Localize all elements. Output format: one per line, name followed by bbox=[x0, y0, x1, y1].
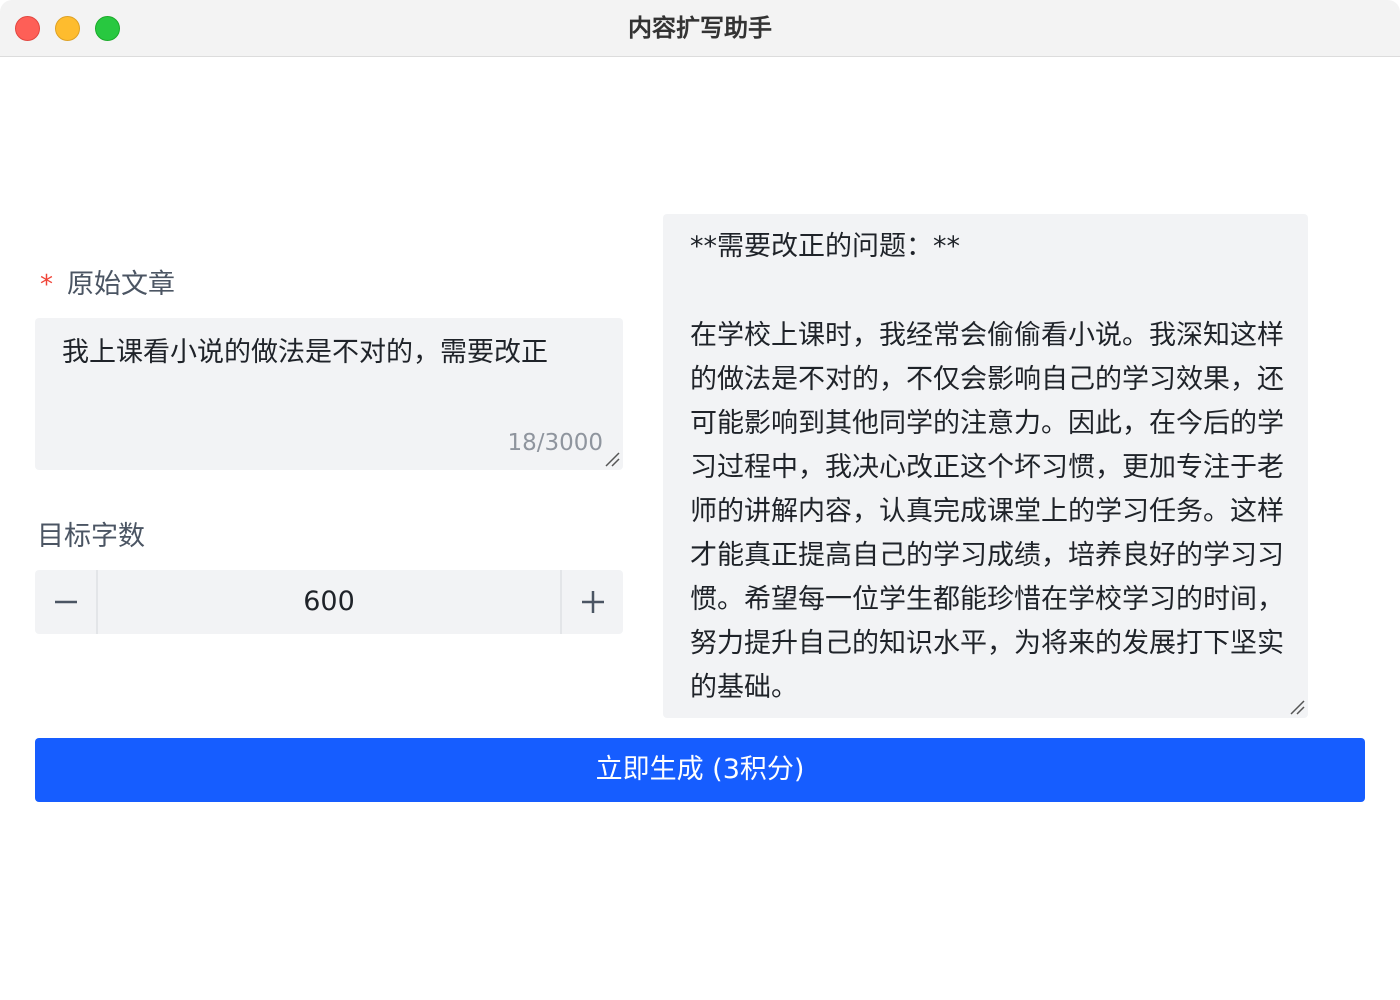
window-title: 内容扩写助手 bbox=[628, 14, 772, 42]
target-word-count-label: 目标字数 bbox=[37, 521, 145, 552]
app-window: 内容扩写助手 * 原始文章 我上课看小说的做法是不对的，需要改正 18/3000 … bbox=[0, 0, 1400, 1000]
minus-icon bbox=[54, 600, 77, 604]
output-body: 在学校上课时，我经常会偷偷看小说。我深知这样的做法是不对的，不仅会影响自己的学习… bbox=[690, 320, 1284, 703]
target-word-count-stepper: 600 bbox=[35, 570, 623, 634]
target-word-count-input[interactable]: 600 bbox=[98, 570, 560, 634]
generate-button[interactable]: 立即生成 (3积分) bbox=[35, 738, 1365, 802]
original-article-label-text: 原始文章 bbox=[67, 269, 175, 300]
output-heading: **需要改正的问题：** bbox=[690, 231, 960, 262]
decrement-button[interactable] bbox=[35, 570, 98, 634]
char-counter: 18/3000 bbox=[507, 430, 603, 456]
generated-output-textarea[interactable]: **需要改正的问题：** 在学校上课时，我经常会偷偷看小说。我深知这样的做法是不… bbox=[663, 214, 1308, 718]
original-article-label: * 原始文章 bbox=[40, 262, 175, 301]
plus-icon bbox=[581, 591, 604, 613]
title-bar: 内容扩写助手 bbox=[0, 0, 1400, 57]
increment-button[interactable] bbox=[560, 570, 623, 634]
original-article-text[interactable]: 我上课看小说的做法是不对的，需要改正 bbox=[62, 334, 602, 372]
required-mark: * bbox=[40, 270, 53, 300]
original-article-textarea[interactable]: 我上课看小说的做法是不对的，需要改正 18/3000 bbox=[35, 318, 623, 470]
resize-handle-icon[interactable] bbox=[604, 451, 620, 467]
output-resize-handle-icon[interactable] bbox=[1289, 699, 1305, 715]
